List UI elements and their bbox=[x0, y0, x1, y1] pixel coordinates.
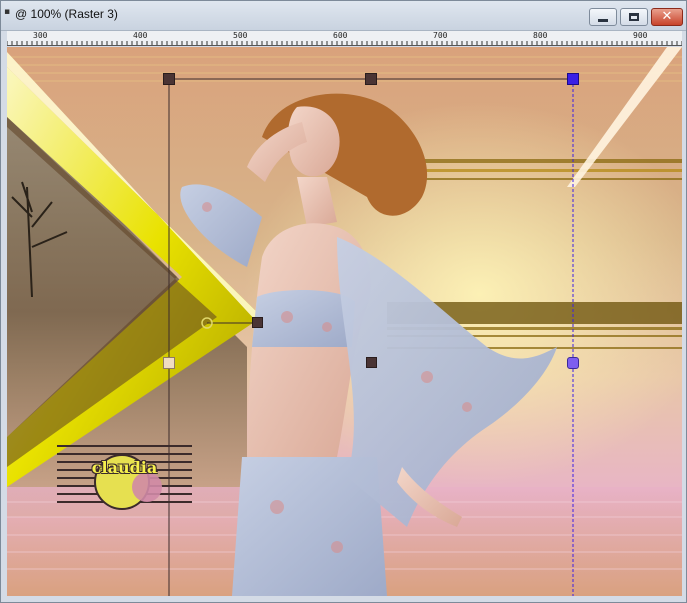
deform-handle-top-center[interactable] bbox=[365, 73, 377, 85]
ruler-label: 800 bbox=[533, 31, 548, 40]
logo-text: claudia bbox=[91, 458, 158, 477]
deform-center-handle[interactable] bbox=[366, 357, 377, 368]
minimize-button[interactable] bbox=[589, 8, 617, 26]
watermark-logo: claudia bbox=[57, 445, 192, 507]
title-bar[interactable]: ▪ @ 100% (Raster 3) ✕ bbox=[1, 1, 686, 31]
ruler-label: 300 bbox=[33, 31, 48, 40]
ruler-label: 400 bbox=[133, 31, 148, 40]
ruler-label: 700 bbox=[433, 31, 448, 40]
deform-handle-top-left[interactable] bbox=[163, 73, 175, 85]
rotation-pivot-handle[interactable] bbox=[252, 317, 263, 328]
image-doc-icon: ▪ bbox=[4, 7, 11, 17]
minimize-icon bbox=[598, 18, 608, 22]
artwork bbox=[7, 47, 682, 596]
close-icon: ✕ bbox=[661, 9, 673, 24]
maximize-button[interactable] bbox=[620, 8, 648, 26]
deform-handle-middle-right[interactable] bbox=[567, 357, 579, 369]
close-button[interactable]: ✕ bbox=[651, 8, 683, 26]
ruler-label: 900 bbox=[633, 31, 648, 40]
image-document-window: ▪ @ 100% (Raster 3) ✕ 300 400 500 600 70… bbox=[0, 0, 687, 603]
deform-handle-middle-left[interactable] bbox=[163, 357, 175, 369]
horizontal-ruler[interactable]: 300 400 500 600 700 800 900 bbox=[7, 31, 682, 46]
ruler-label: 500 bbox=[233, 31, 248, 40]
window-title: @ 100% (Raster 3) bbox=[15, 7, 118, 21]
deform-handle-top-right[interactable] bbox=[567, 73, 579, 85]
image-canvas[interactable]: claudia bbox=[7, 47, 682, 596]
maximize-icon bbox=[629, 13, 639, 21]
ruler-label: 600 bbox=[333, 31, 348, 40]
